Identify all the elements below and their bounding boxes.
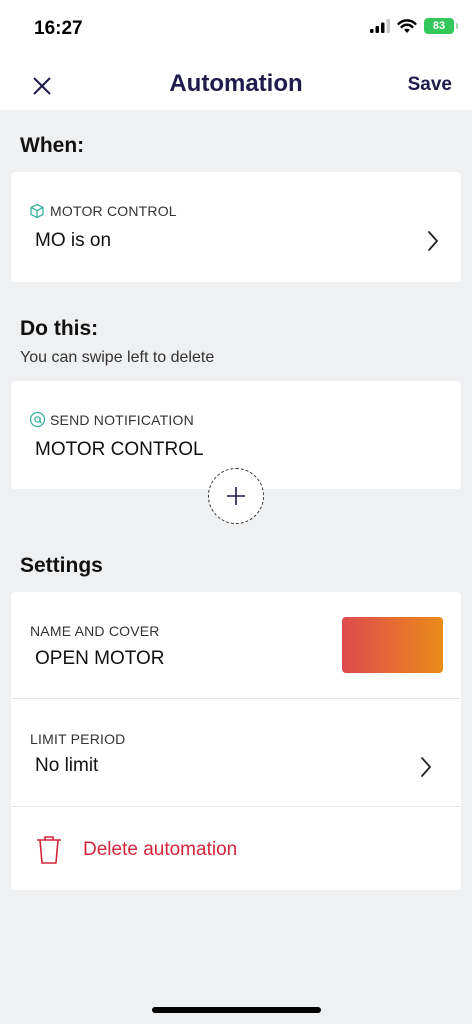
action-value: MOTOR CONTROL: [35, 439, 204, 460]
trash-icon: [37, 836, 61, 864]
delete-label: Delete automation: [83, 839, 238, 860]
when-heading: When:: [20, 134, 85, 157]
add-action-button[interactable]: [208, 468, 264, 524]
save-button[interactable]: Save: [408, 74, 452, 96]
limit-period-label: LIMIT PERIOD: [30, 731, 126, 747]
cube-icon: [30, 203, 44, 219]
automation-name: OPEN MOTOR: [35, 648, 165, 669]
settings-card: NAME AND COVER OPEN MOTOR LIMIT PERIOD N…: [11, 592, 461, 890]
do-this-heading: Do this:: [20, 317, 99, 340]
page-title: Automation: [169, 70, 303, 97]
home-indicator[interactable]: [152, 1007, 321, 1013]
limit-period-value: No limit: [35, 755, 99, 776]
trigger-type-label: MOTOR CONTROL: [50, 203, 177, 219]
trigger-value: MO is on: [35, 230, 112, 251]
settings-heading: Settings: [20, 554, 103, 577]
status-time: 16:27: [34, 18, 83, 39]
status-bar: 16:27 83: [0, 0, 472, 60]
limit-period-row[interactable]: LIMIT PERIOD No limit: [11, 699, 461, 806]
plus-icon: [227, 487, 245, 505]
cover-image[interactable]: [342, 617, 443, 673]
delete-automation-button[interactable]: Delete automation: [11, 807, 461, 890]
chevron-right-icon: [421, 757, 431, 777]
trigger-card[interactable]: MOTOR CONTROL MO is on: [11, 172, 461, 282]
wifi-icon: [397, 18, 417, 33]
name-cover-label: NAME AND COVER: [30, 623, 160, 639]
at-sign-icon: [29, 411, 46, 428]
battery-icon: 83: [424, 18, 458, 34]
battery-level: 83: [432, 20, 446, 32]
action-type-label: SEND NOTIFICATION: [50, 412, 194, 428]
signal-icon: [370, 19, 390, 33]
name-cover-row[interactable]: NAME AND COVER OPEN MOTOR: [11, 592, 461, 698]
nav-bar: Automation Save: [0, 60, 472, 110]
swipe-hint: You can swipe left to delete: [20, 349, 215, 366]
chevron-right-icon: [428, 231, 438, 251]
status-icons: 83: [370, 18, 458, 34]
